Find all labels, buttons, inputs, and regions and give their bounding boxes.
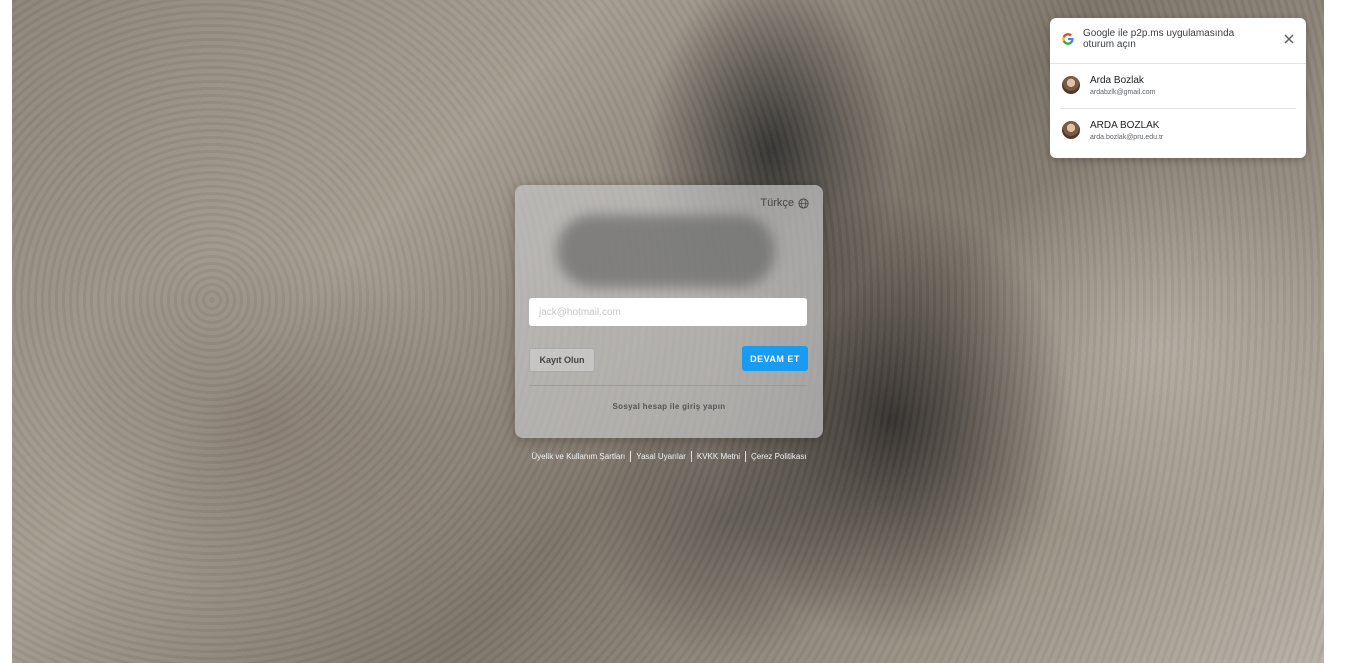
continue-button[interactable]: DEVAM ET [742, 346, 808, 371]
account-email: arda.bozlak@pru.edu.tr [1090, 134, 1164, 141]
footer-link-legal[interactable]: Yasal Uyarılar [636, 452, 686, 461]
footer-link-terms[interactable]: Üyelik ve Kullanım Şartları [531, 452, 625, 461]
account-name: Arda Bozlak [1090, 75, 1144, 86]
footer-links: Üyelik ve Kullanım Şartları Yasal Uyarıl… [515, 451, 823, 462]
account-item[interactable]: ARDA BOZLAK arda.bozlak@pru.edu.tr [1050, 109, 1306, 153]
email-input[interactable] [529, 298, 807, 326]
avatar [1062, 76, 1080, 94]
footer-separator [690, 451, 692, 462]
close-icon[interactable] [1282, 32, 1296, 46]
google-signin-popup: Google ile p2p.ms uygulamasında oturum a… [1050, 18, 1306, 158]
login-card: Türkçe Kayıt Olun DEVAM ET Sosyal hesap … [515, 185, 823, 438]
language-selector[interactable]: Türkçe [760, 197, 809, 209]
popup-title: Google ile p2p.ms uygulamasında oturum a… [1083, 28, 1235, 50]
popup-header: Google ile p2p.ms uygulamasında oturum a… [1050, 18, 1306, 64]
footer-link-cookies[interactable]: Çerez Politikası [751, 452, 807, 461]
register-button[interactable]: Kayıt Olun [529, 348, 595, 372]
footer-link-kvkk[interactable]: KVKK Metni [697, 452, 740, 461]
footer-separator [630, 451, 632, 462]
globe-icon [798, 197, 809, 209]
account-email: ardabzlk@gmail.com [1090, 89, 1156, 96]
language-label: Türkçe [760, 197, 794, 209]
divider [529, 385, 807, 386]
footer-separator [745, 451, 747, 462]
page-edge [1324, 0, 1355, 663]
google-g-icon [1062, 33, 1074, 45]
blurred-logo [557, 215, 775, 287]
account-item[interactable]: Arda Bozlak ardabzlk@gmail.com [1050, 64, 1306, 108]
avatar [1062, 121, 1080, 139]
account-name: ARDA BOZLAK [1090, 120, 1160, 131]
social-login-link[interactable]: Sosyal hesap ile giriş yapın [515, 402, 823, 411]
